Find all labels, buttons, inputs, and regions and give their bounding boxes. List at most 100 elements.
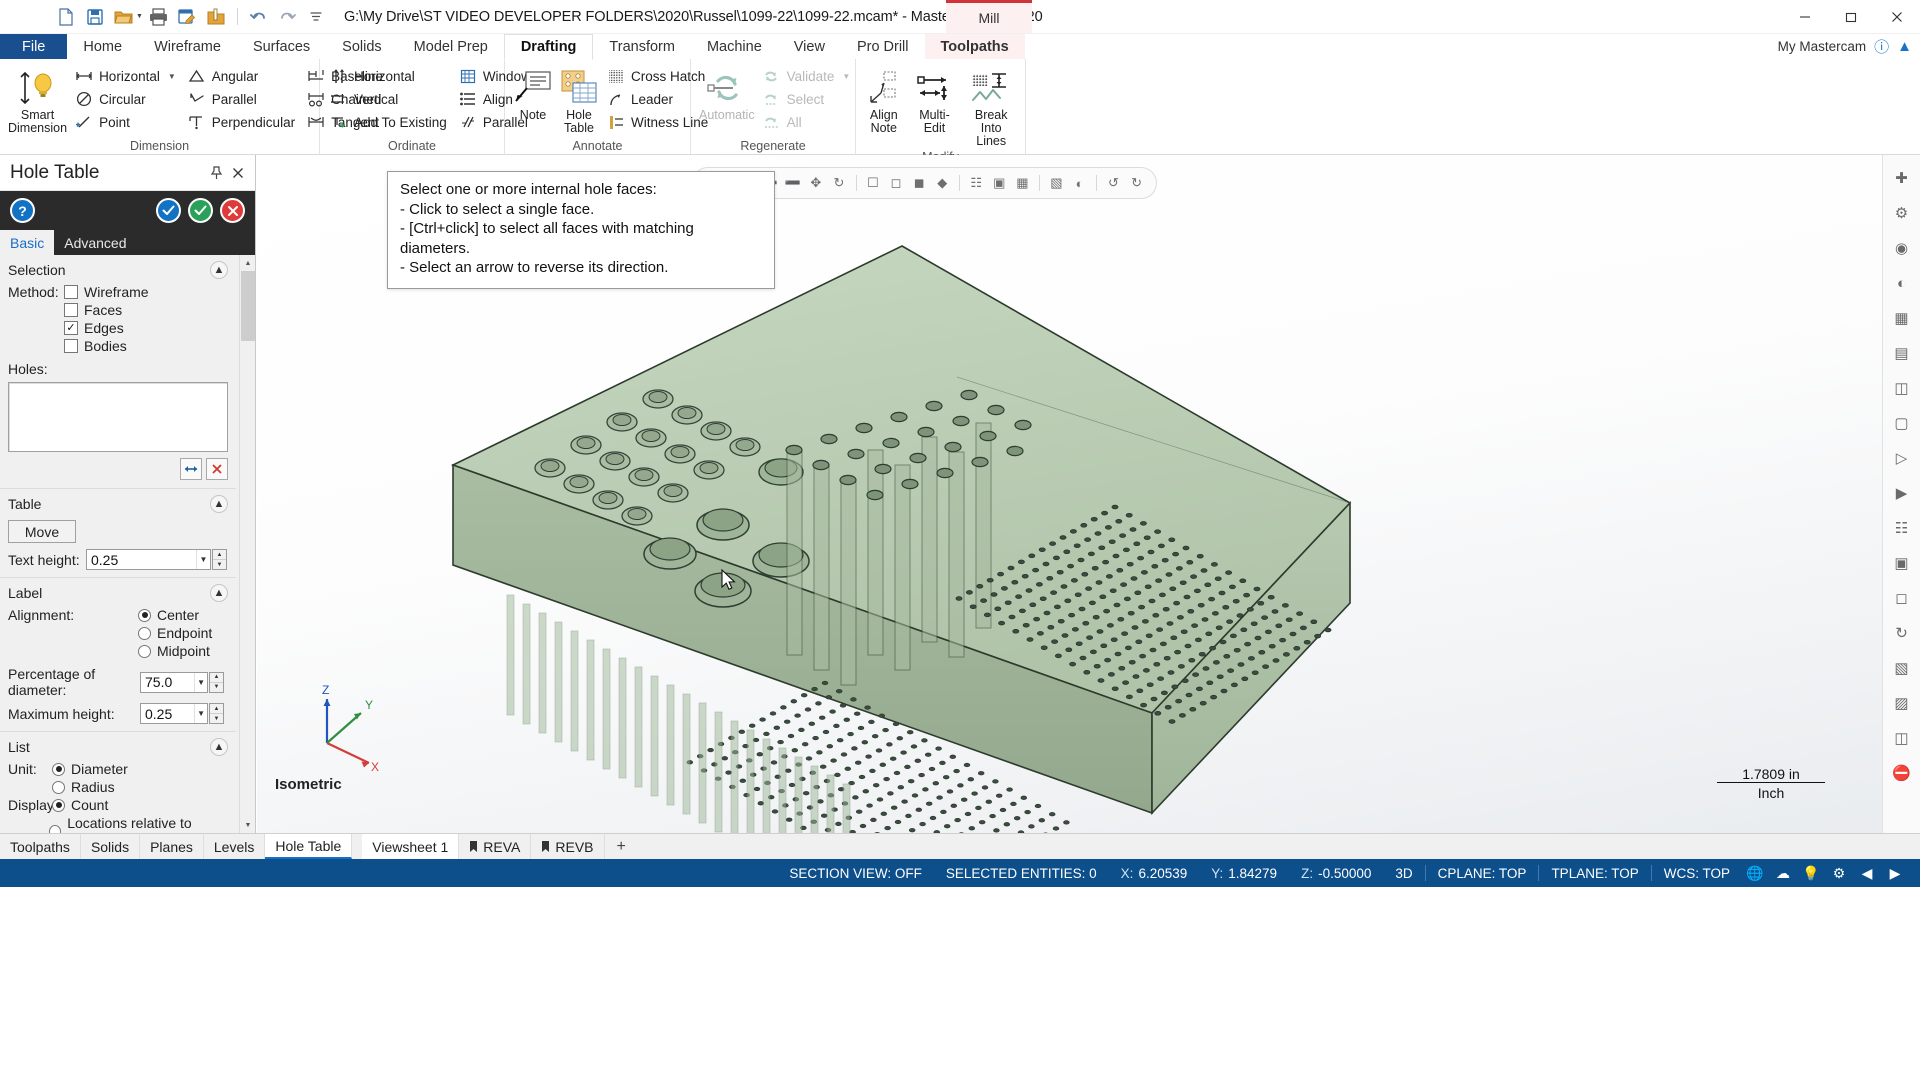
section-header-selection[interactable]: Selection ▲ xyxy=(0,255,236,283)
max-height-stepper[interactable]: ▲ ▼ xyxy=(209,703,224,724)
redo-view-icon[interactable]: ↻ xyxy=(1127,171,1146,195)
material-icon[interactable]: ▦ xyxy=(1885,301,1919,335)
radio-alignment-center[interactable] xyxy=(138,608,151,622)
new-icon[interactable] xyxy=(52,4,79,30)
scroll-down-arrow-icon[interactable]: ▼ xyxy=(240,817,255,833)
dynamic-rotate-icon[interactable]: ↻ xyxy=(1885,616,1919,650)
percentage-stepper[interactable]: ▲ ▼ xyxy=(209,671,224,693)
chevron-up-icon[interactable]: ▲ xyxy=(210,584,228,602)
wireframe-shade-icon[interactable]: ☷ xyxy=(967,171,986,195)
checkbox-faces[interactable] xyxy=(64,303,78,317)
text-height-input[interactable] xyxy=(87,550,196,569)
graphics-viewport[interactable]: ▣ 🔍 ➕ ➖ ✥ ↻ ☐ ◻ ◼ ◆ ☷ ▣ ▦ ▧ ◐ ↺ ↻ Select… xyxy=(257,155,1920,833)
angular-dimension-button[interactable]: Angular xyxy=(184,65,301,87)
ribbon-tab-drafting[interactable]: Drafting xyxy=(503,34,594,60)
tab-planes[interactable]: Planes xyxy=(140,834,204,859)
open-dropdown-caret[interactable]: ▼ xyxy=(136,13,143,20)
panel-scrollbar[interactable]: ▲ ▼ xyxy=(239,255,255,833)
redo-icon[interactable] xyxy=(274,4,301,30)
max-height-input[interactable] xyxy=(141,704,195,723)
viewsheet-tab-reva[interactable]: REVA xyxy=(459,834,532,859)
break-into-lines-button[interactable]: Break Into Lines xyxy=(963,63,1019,150)
lightbulb-icon[interactable]: 💡 xyxy=(1798,860,1824,886)
status-tplane[interactable]: TPLANE: TOP xyxy=(1539,866,1650,881)
chevron-up-icon[interactable]: ▲ xyxy=(210,738,228,756)
delete-holes-button[interactable] xyxy=(206,458,228,480)
simulate-icon[interactable]: ▶ xyxy=(1885,476,1919,510)
chevron-up-icon[interactable]: ▲ xyxy=(210,495,228,513)
cloud-icon[interactable]: ☁ xyxy=(1770,860,1796,886)
radio-display-count[interactable] xyxy=(52,798,65,812)
reverse-direction-button[interactable] xyxy=(180,458,202,480)
add-viewsheet-button[interactable]: + xyxy=(605,834,638,859)
status-cplane[interactable]: CPLANE: TOP xyxy=(1426,866,1539,881)
status-wcs[interactable]: WCS: TOP xyxy=(1652,866,1742,881)
checkbox-bodies[interactable] xyxy=(64,339,78,353)
cancel-button[interactable] xyxy=(220,198,245,223)
section-plane-icon[interactable]: ▧ xyxy=(1885,651,1919,685)
isometric-view-icon[interactable]: ◆ xyxy=(933,171,952,195)
smart-dimension-button[interactable]: Smart Dimension xyxy=(6,63,69,137)
note-button[interactable]: Note xyxy=(511,63,555,124)
tab-hole-table[interactable]: Hole Table xyxy=(265,834,353,859)
save-icon[interactable] xyxy=(81,4,108,30)
arrow-left-icon[interactable]: ◀ xyxy=(1854,860,1880,886)
shading-toggle-icon[interactable]: ◉ xyxy=(1885,231,1919,265)
shaded-icon[interactable]: ▣ xyxy=(990,171,1009,195)
perpendicular-dimension-button[interactable]: Perpendicular xyxy=(184,111,301,133)
ribbon-tab-transform[interactable]: Transform xyxy=(593,34,691,60)
ribbon-tab-solids[interactable]: Solids xyxy=(326,34,398,60)
tab-advanced[interactable]: Advanced xyxy=(54,230,136,255)
edges-icon[interactable]: ◫ xyxy=(1885,371,1919,405)
text-height-stepper[interactable]: ▲ ▼ xyxy=(212,549,227,570)
ribbon-tab-surfaces[interactable]: Surfaces xyxy=(237,34,326,60)
ribbon-tab-toolpaths[interactable]: Toolpaths xyxy=(924,34,1025,60)
ok-button[interactable] xyxy=(188,198,213,223)
open-folder-icon[interactable] xyxy=(110,4,137,30)
radio-unit-radius[interactable] xyxy=(52,780,65,794)
scroll-up-arrow-icon[interactable]: ▲ xyxy=(240,255,255,271)
right-view-icon[interactable]: ◼ xyxy=(910,171,929,195)
apply-button[interactable] xyxy=(156,198,181,223)
gear-icon[interactable]: ⚙ xyxy=(1826,860,1852,886)
align-note-button[interactable]: Align Note xyxy=(862,63,906,137)
add-to-existing-button[interactable]: Add To Existing xyxy=(326,111,453,133)
parallel-dimension-button[interactable]: Parallel xyxy=(184,88,301,110)
top-view-icon[interactable]: ☐ xyxy=(863,171,882,195)
text-height-input-wrap[interactable]: ▼ xyxy=(86,549,211,570)
chevron-down-icon[interactable]: ▼ xyxy=(168,72,176,81)
translucency-toggle-icon[interactable]: ◐ xyxy=(1885,266,1919,300)
radio-alignment-endpoint[interactable] xyxy=(138,626,151,640)
ribbon-tab-model-prep[interactable]: Model Prep xyxy=(398,34,504,60)
verify-icon[interactable]: ▷ xyxy=(1885,441,1919,475)
horizontal-dimension-button[interactable]: Horizontal ▼ xyxy=(71,65,182,87)
rotate-icon[interactable]: ↻ xyxy=(829,171,848,195)
translucency-icon[interactable]: ◐ xyxy=(1070,171,1089,195)
percentage-input[interactable] xyxy=(141,672,195,692)
circular-dimension-button[interactable]: Circular xyxy=(71,88,182,110)
checkbox-edges[interactable]: ✓ xyxy=(64,321,78,335)
zip2go-icon[interactable] xyxy=(203,4,230,30)
ordinate-vertical-button[interactable]: Vertical xyxy=(326,88,453,110)
hidden-lines-icon[interactable]: ▤ xyxy=(1885,336,1919,370)
multi-edit-button[interactable]: Multi-Edit xyxy=(908,63,962,137)
ribbon-tab-file[interactable]: File xyxy=(0,34,68,60)
zoom-out-icon[interactable]: ➖ xyxy=(783,171,802,195)
clip-icon[interactable]: ▨ xyxy=(1885,686,1919,720)
point-dimension-button[interactable]: Point xyxy=(71,111,182,133)
chevron-down-icon[interactable]: ▼ xyxy=(195,550,210,569)
pin-icon[interactable] xyxy=(205,162,227,184)
measure-icon[interactable]: ◫ xyxy=(1885,721,1919,755)
max-height-input-wrap[interactable]: ▼ xyxy=(140,703,208,724)
toolpath-display-icon[interactable]: ☷ xyxy=(1885,511,1919,545)
backplot-icon[interactable]: ▢ xyxy=(1885,406,1919,440)
tab-basic[interactable]: Basic xyxy=(0,230,55,255)
customize-qat-icon[interactable] xyxy=(303,4,330,30)
status-3d-mode[interactable]: 3D xyxy=(1383,866,1424,881)
help-circle-icon[interactable]: ⓘ xyxy=(1874,36,1889,57)
minimize-button[interactable] xyxy=(1782,0,1828,34)
section-header-label[interactable]: Label ▲ xyxy=(0,577,236,606)
percentage-input-wrap[interactable]: ▼ xyxy=(140,671,208,693)
ribbon-tab-machine[interactable]: Machine xyxy=(691,34,778,60)
print-preview-icon[interactable] xyxy=(174,4,201,30)
